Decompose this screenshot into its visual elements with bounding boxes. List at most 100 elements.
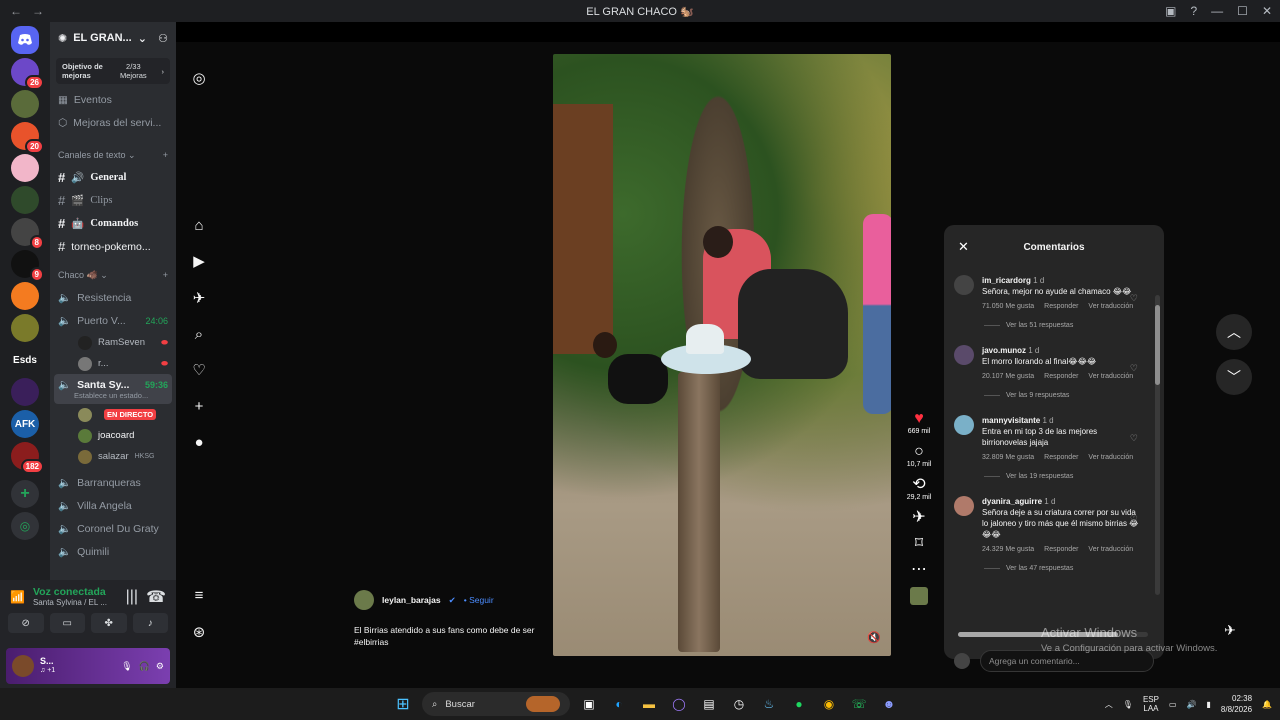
close-icon[interactable]: ✕ (958, 239, 969, 255)
server-boosts-item[interactable]: ⬡ Mejoras del servi... (50, 111, 176, 134)
chevron-up-icon[interactable]: ︿ (1105, 699, 1113, 710)
channel-comandos[interactable]: # 🤖 Comandos (50, 212, 176, 235)
heart-icon[interactable]: ♡ (1130, 293, 1138, 304)
messages-icon[interactable]: ✈ (190, 290, 208, 308)
minimize-icon[interactable]: — (1211, 4, 1223, 18)
category-text-channels[interactable]: Canales de texto ⌄ + (50, 144, 176, 166)
comment-likes[interactable]: 71.050 Me gusta (982, 301, 1034, 312)
comments-scrollbar[interactable] (1155, 295, 1160, 595)
voice-channel-villa-angela[interactable]: 🔈 Villa Angela (50, 494, 176, 517)
messages-floating-icon[interactable]: ✈ (1212, 612, 1248, 648)
translate-button[interactable]: Ver traducción (1088, 544, 1133, 555)
voice-user[interactable]: joacoard (50, 425, 176, 446)
more-options-button[interactable]: ⋯ (904, 561, 934, 579)
profile-icon[interactable]: ● (190, 434, 208, 452)
search-icon[interactable]: ⌕ (190, 326, 208, 344)
repost-button[interactable]: ⟲ 29,2 mil (904, 476, 934, 501)
avatar[interactable] (954, 345, 974, 365)
gear-icon[interactable]: ⚙ (156, 661, 164, 672)
instagram-logo-icon[interactable]: ◎ (190, 70, 208, 88)
heart-icon[interactable]: ♡ (1130, 514, 1138, 525)
server-icon[interactable]: 20 (11, 122, 44, 154)
voice-user[interactable]: RamSeven ⬬ (50, 332, 176, 353)
voice-channel-coronel[interactable]: 🔈 Coronel Du Graty (50, 517, 176, 540)
file-explorer-icon[interactable]: ▬ (638, 693, 660, 715)
app-circle-icon[interactable]: ◯ (668, 693, 690, 715)
spotify-icon[interactable]: ● (788, 693, 810, 715)
voice-channel-santa-sylvina[interactable]: 🔈 Santa Sy... 59:36 Establece un estado... (54, 374, 172, 404)
edge-icon[interactable]: ◐ (608, 693, 630, 715)
server-icon[interactable]: 182 (11, 442, 44, 474)
voice-user[interactable]: salazar HKSG (50, 446, 176, 467)
reply-button[interactable]: Responder (1044, 544, 1078, 555)
save-button[interactable]: ⌑ (904, 535, 934, 553)
discord-taskbar-icon[interactable]: ☻ (878, 693, 900, 715)
server-icon[interactable]: 26 (11, 58, 44, 90)
menu-icon[interactable]: ≡ (190, 587, 208, 605)
volume-icon[interactable]: 🔊 (1187, 700, 1197, 709)
windows-start-icon[interactable]: ⊞ (392, 693, 414, 715)
translate-button[interactable]: Ver traducción (1088, 452, 1133, 463)
reply-button[interactable]: Responder (1044, 301, 1078, 312)
clock-app-icon[interactable]: ◷ (728, 693, 750, 715)
reply-button[interactable]: Responder (1044, 371, 1078, 382)
voice-location[interactable]: Santa Sylvina / EL ... (33, 598, 118, 607)
reels-icon[interactable]: ▶ (190, 253, 208, 271)
whatsapp-icon[interactable]: ☏ (848, 693, 870, 715)
create-icon[interactable]: + (190, 398, 208, 416)
signal-icon[interactable]: 📶 (10, 590, 25, 604)
comment-username[interactable]: javo.munoz (982, 346, 1026, 355)
voice-user[interactable]: ᠎EN DIRECTO (50, 404, 176, 425)
threads-icon[interactable]: ⊛ (190, 624, 208, 642)
server-icon[interactable] (11, 186, 39, 214)
soundboard-button[interactable]: ♪ (132, 613, 168, 633)
avatar[interactable] (954, 496, 974, 516)
network-icon[interactable]: ▭ (1169, 700, 1177, 709)
invite-people-icon[interactable]: ⚇ (158, 32, 168, 45)
reel-video[interactable]: 🔇 (553, 54, 891, 656)
noise-suppression-icon[interactable]: ||| (126, 588, 138, 606)
server-icon[interactable]: Esds (11, 346, 39, 374)
comment-likes[interactable]: 32.809 Me gusta (982, 452, 1034, 463)
voice-channel-quimili[interactable]: 🔈 Quimili (50, 540, 176, 563)
channel-clips[interactable]: # 🎬 Clips (50, 189, 176, 212)
avatar[interactable] (954, 415, 974, 435)
microphone-tray-icon[interactable]: 🎙 (1123, 700, 1133, 709)
help-icon[interactable]: ? (1190, 4, 1197, 18)
add-channel-icon[interactable]: + (163, 150, 168, 160)
avatar[interactable] (354, 590, 374, 610)
boost-goal[interactable]: Objetivo de mejoras 2/33 Mejoras › (56, 58, 170, 84)
like-button[interactable]: ♥ 669 mil (904, 410, 934, 435)
heart-icon[interactable]: ♡ (1130, 363, 1138, 374)
server-icon[interactable]: 8 (11, 218, 44, 250)
comment-likes[interactable]: 24.329 Me gusta (982, 544, 1034, 555)
heart-icon[interactable]: ♡ (1130, 433, 1138, 444)
previous-reel-button[interactable]: ︿ (1216, 314, 1252, 350)
events-item[interactable]: ▦ Eventos (50, 88, 176, 111)
follow-button[interactable]: Seguir (469, 595, 494, 605)
view-replies-button[interactable]: Ver las 9 respuestas (944, 382, 1164, 409)
inbox-icon[interactable]: ▣ (1165, 4, 1176, 18)
notifications-tray-icon[interactable]: 🔔 (1262, 700, 1272, 709)
voice-user[interactable]: r... ⬬ (50, 353, 176, 374)
disconnect-icon[interactable]: ☎ (146, 587, 166, 607)
channel-status[interactable]: Establece un estado... (58, 391, 168, 400)
voice-channel-resistencia[interactable]: 🔈 Resistencia (50, 286, 176, 309)
view-replies-button[interactable]: Ver las 51 respuestas (944, 312, 1164, 339)
language-indicator[interactable]: ESP LAA (1143, 695, 1159, 713)
server-icon[interactable] (11, 378, 39, 406)
next-reel-button[interactable]: ﹀ (1216, 359, 1252, 395)
comment-likes[interactable]: 20.107 Me gusta (982, 371, 1034, 382)
channel-torneo[interactable]: # torneo-pokemo... (50, 235, 176, 258)
microphone-icon[interactable]: 🎙 (121, 661, 132, 672)
home-icon[interactable]: ⌂ (190, 217, 208, 235)
close-window-icon[interactable]: ✕ (1262, 4, 1272, 18)
channel-general[interactable]: # 🔊 General (50, 166, 176, 189)
comment-username[interactable]: im_ricardorg (982, 276, 1031, 285)
comment-button[interactable]: ○ 10,7 mil (904, 443, 934, 468)
steam-icon[interactable]: ♨ (758, 693, 780, 715)
server-icon[interactable] (11, 90, 39, 118)
activities-button[interactable]: ✤ (91, 613, 127, 633)
add-channel-icon[interactable]: + (163, 270, 168, 280)
server-icon[interactable] (11, 314, 39, 342)
